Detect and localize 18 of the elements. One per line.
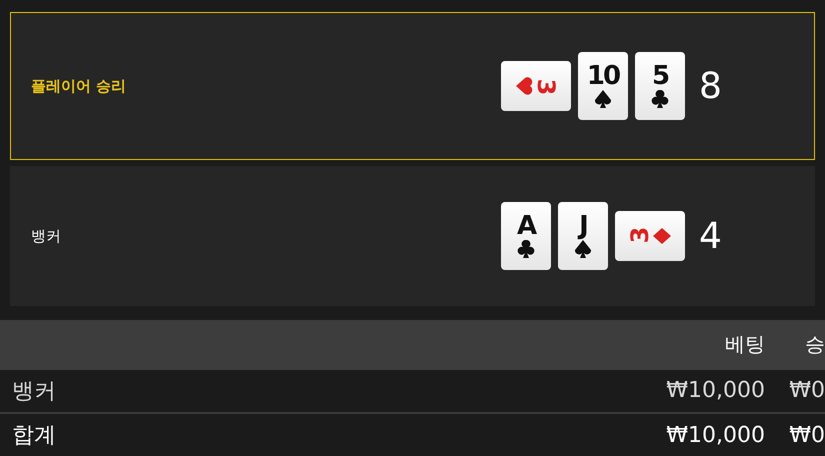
- card-rank: 3: [534, 78, 558, 94]
- table-cell-text: ₩0: [788, 378, 825, 404]
- card-rank: A: [516, 213, 536, 239]
- table-cell-text: ₩0: [788, 422, 825, 448]
- hand-total: 8: [699, 66, 722, 106]
- table-cell-text: 합계: [12, 422, 57, 450]
- table-cell-text: ₩10,000: [665, 422, 765, 448]
- column-header: 베팅: [724, 331, 765, 358]
- column-header: 승: [804, 331, 825, 358]
- card-rank: J: [579, 213, 587, 239]
- table-cell-text: ₩10,000: [665, 378, 765, 404]
- table-cell-text: 뱅커: [12, 378, 57, 406]
- hand-total: 4: [699, 216, 722, 256]
- card-rank: 10: [586, 63, 620, 89]
- card-rank: 5: [652, 63, 668, 89]
- hand-label: 뱅커: [31, 226, 62, 246]
- hand-label: 플레이어 승리: [31, 76, 128, 96]
- card-rank: 3: [628, 228, 652, 244]
